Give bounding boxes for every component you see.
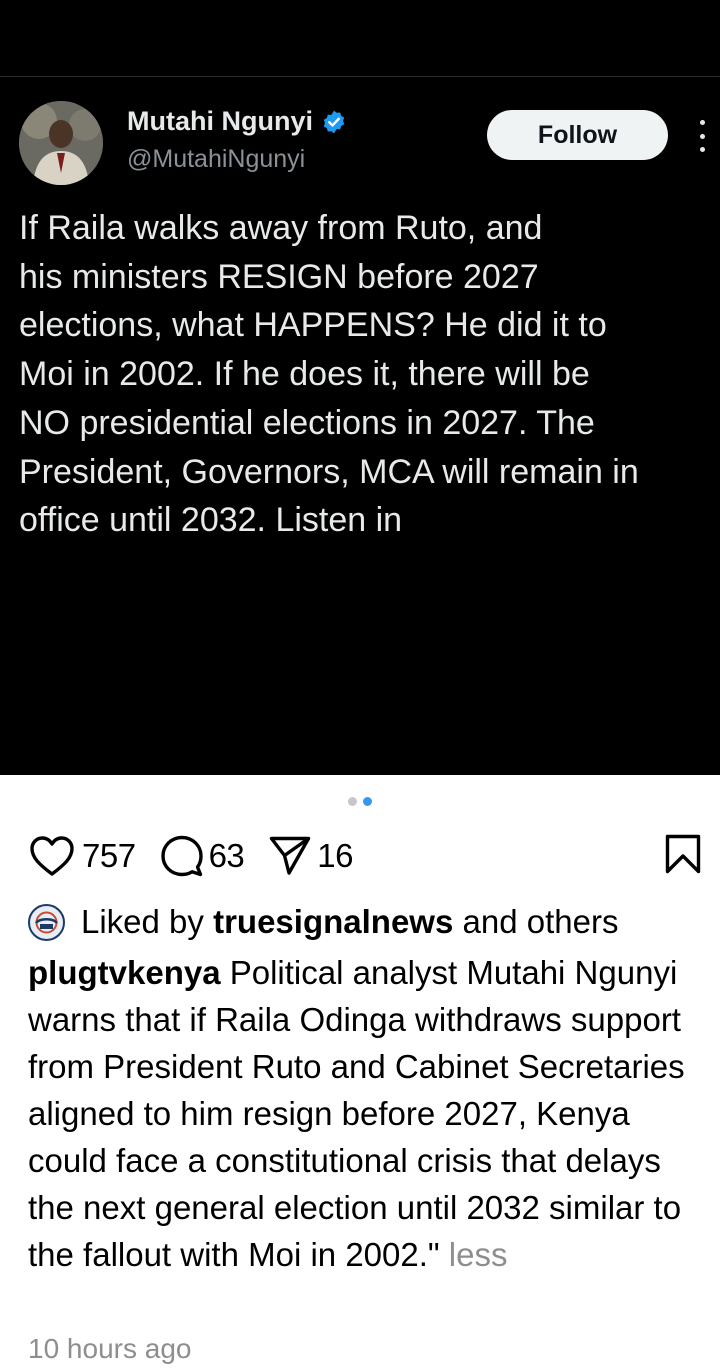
liked-by-suffix[interactable]: and others <box>463 903 619 941</box>
tweet-author-handle: @MutahiNgunyi <box>127 145 306 173</box>
carousel-indicator <box>0 797 720 806</box>
post-timestamp: 10 hours ago <box>28 1333 192 1364</box>
action-bar: 757 63 16 <box>28 833 378 879</box>
liked-by[interactable]: Liked by truesignalnews and others <box>28 900 618 944</box>
dot <box>699 120 705 125</box>
verified-badge-icon <box>323 110 345 133</box>
comment-count: 63 <box>208 837 245 874</box>
less-link[interactable]: less <box>449 1236 508 1273</box>
send-icon <box>270 836 311 875</box>
liked-by-prefix: Liked by <box>81 903 204 940</box>
post-caption: plugtvkenya Political analyst Mutahi Ngu… <box>28 949 713 1278</box>
share-button[interactable]: 16 <box>269 835 353 877</box>
tweet-author-avatar[interactable] <box>19 101 103 185</box>
share-count: 16 <box>317 837 353 874</box>
save-button[interactable] <box>664 834 702 879</box>
liker-avatar[interactable] <box>28 903 65 941</box>
display-name: Mutahi Ngunyi <box>127 106 313 136</box>
carousel-dot <box>348 797 357 806</box>
avatar-image-icon <box>19 101 103 185</box>
like-count: 757 <box>82 837 136 874</box>
tweet-text: If Raila walks away from Ruto, and his m… <box>19 209 639 540</box>
carousel-dot-active <box>363 797 372 806</box>
divider <box>0 76 720 77</box>
dot <box>699 133 705 139</box>
caption-text: Political analyst Mutahi Ngunyi warns th… <box>28 954 685 1273</box>
dot <box>699 147 705 152</box>
heart-icon <box>30 836 74 876</box>
more-options-icon[interactable] <box>690 116 714 156</box>
comment-button[interactable]: 63 <box>160 835 245 877</box>
comment-bubble-icon <box>160 835 203 877</box>
follow-button[interactable]: Follow <box>487 110 668 160</box>
like-button[interactable]: 757 <box>28 834 136 878</box>
liked-by-user[interactable]: truesignalnews <box>213 903 453 941</box>
avatar-image-icon <box>30 906 63 938</box>
post-image[interactable]: Mutahi Ngunyi @MutahiNgunyi Follow If Ra… <box>0 0 720 775</box>
caption-username[interactable]: plugtvkenya <box>28 954 221 991</box>
bookmark-icon <box>665 834 701 874</box>
tweet-author-name[interactable]: Mutahi Ngunyi <box>127 106 347 137</box>
